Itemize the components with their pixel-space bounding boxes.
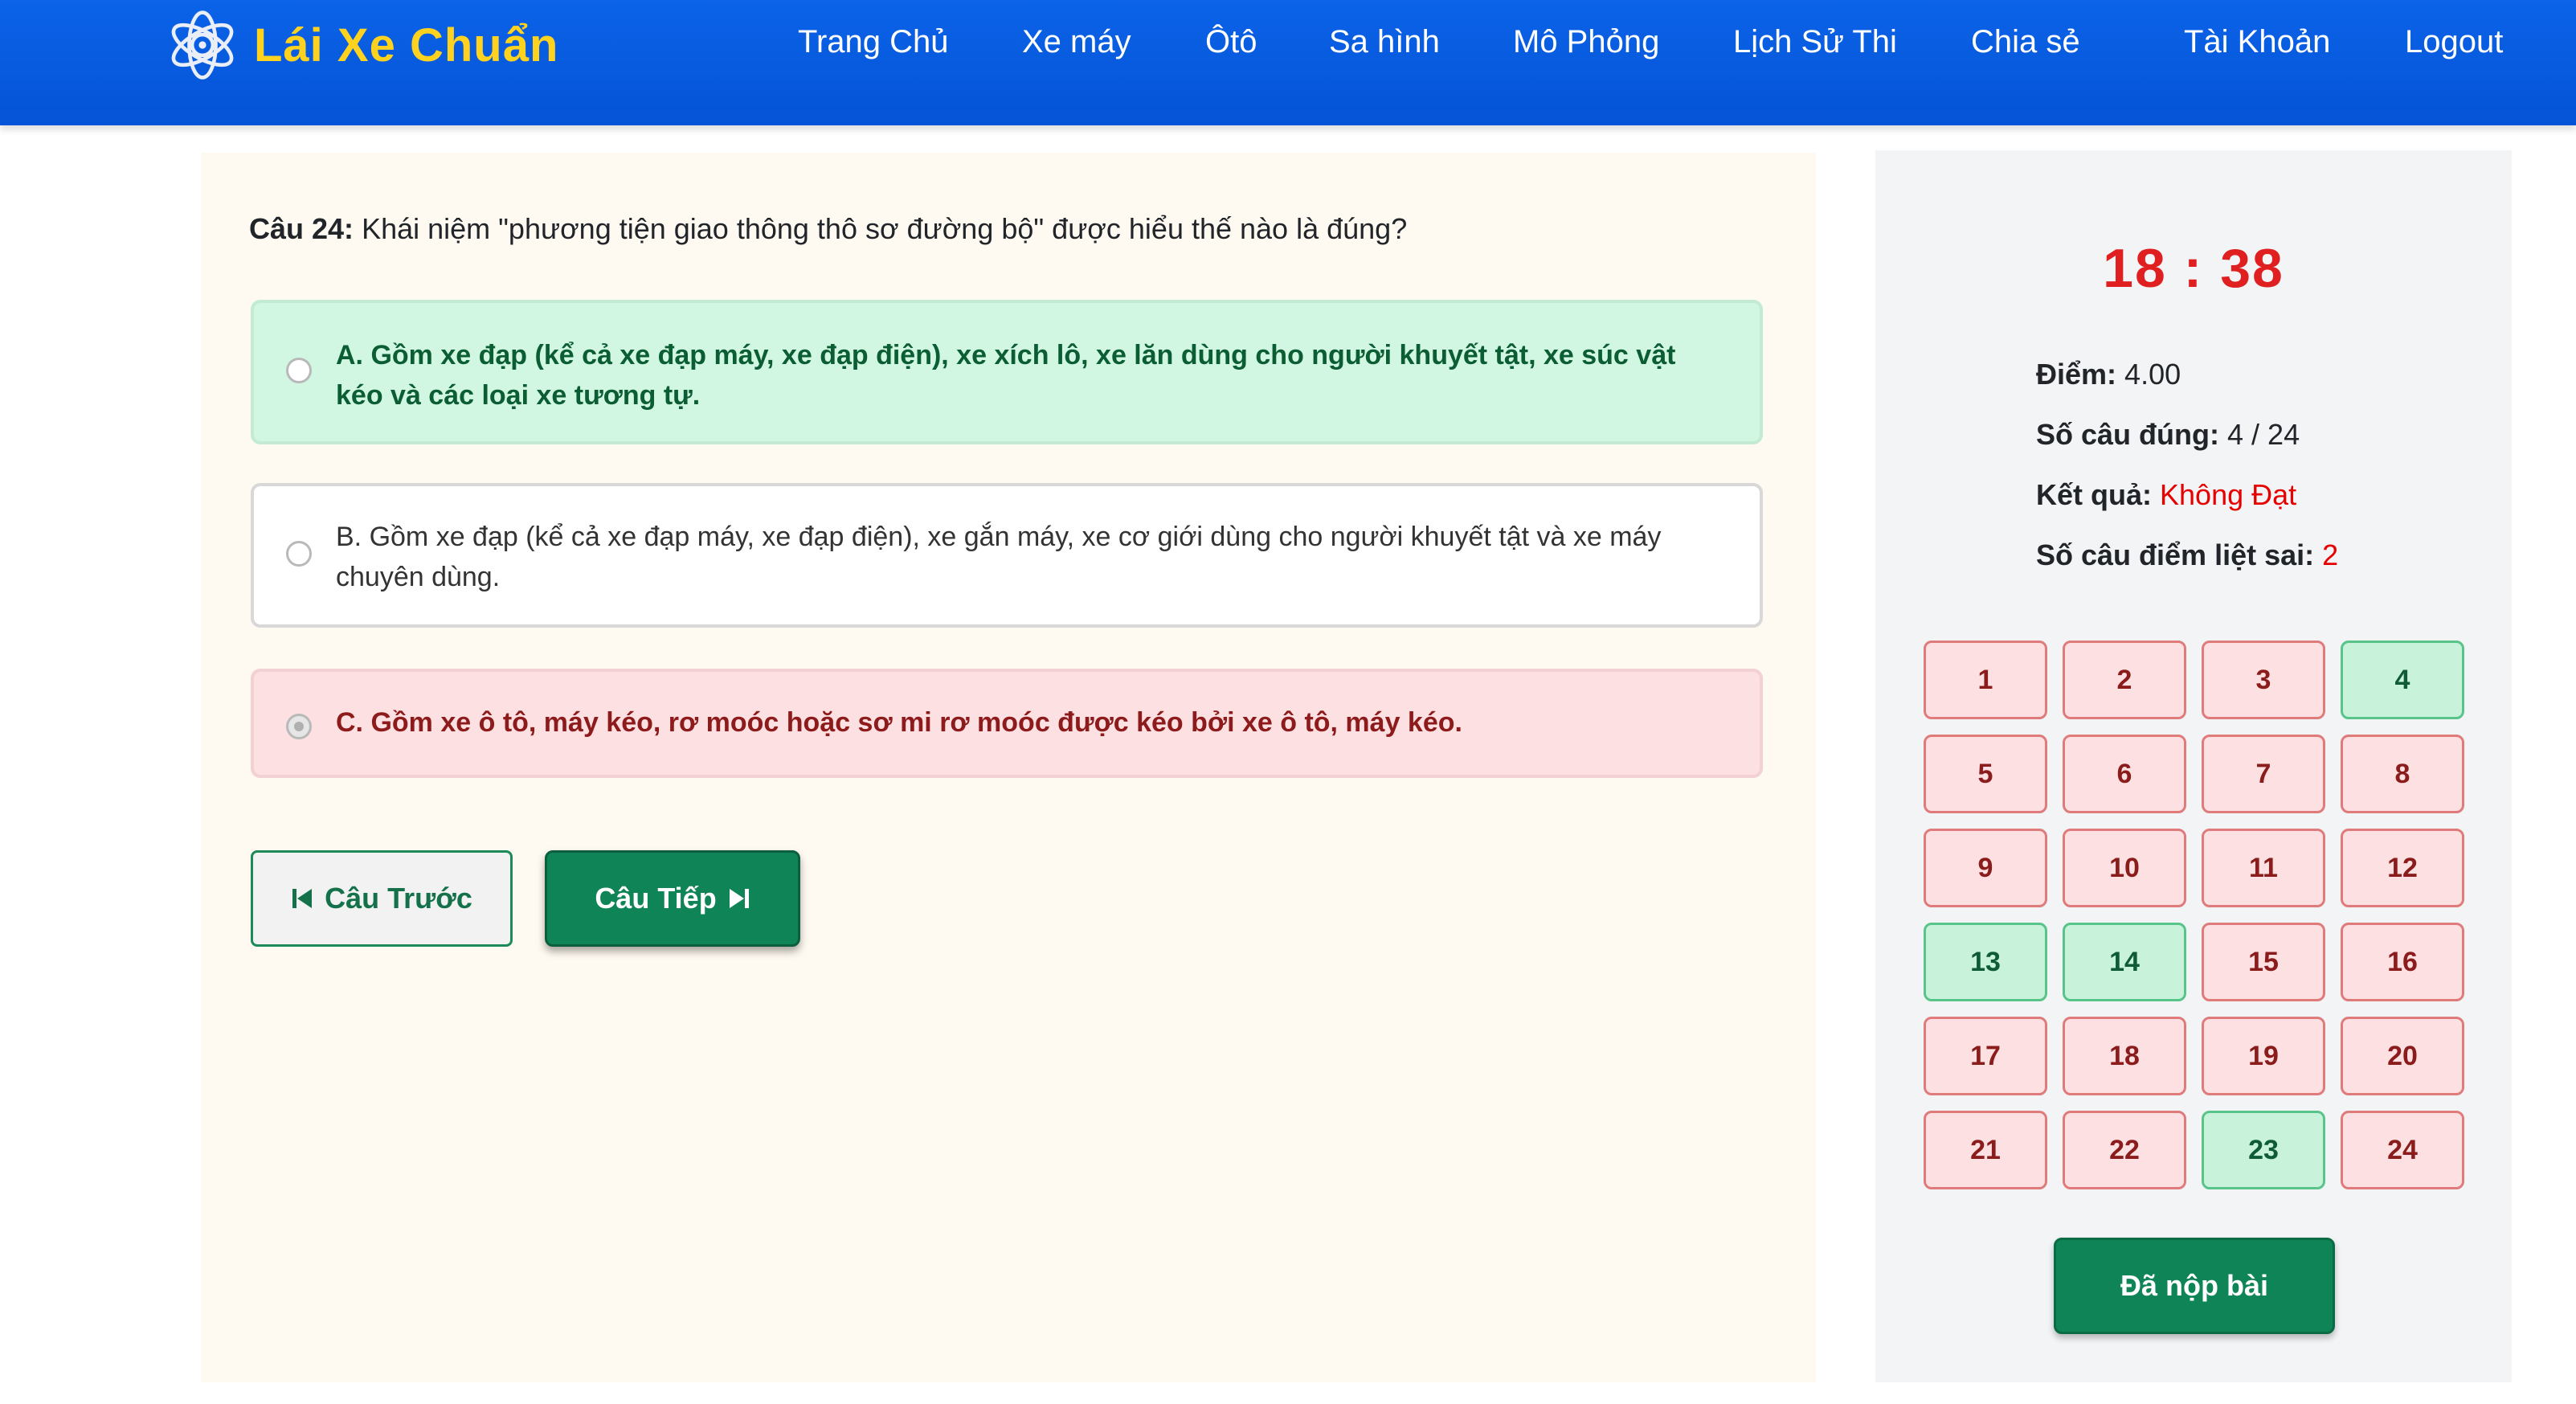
question-nav-22[interactable]: 22 <box>2063 1111 2186 1189</box>
answer-option-b[interactable]: B. Gồm xe đạp (kể cả xe đạp máy, xe đạp … <box>251 483 1763 628</box>
radio-b[interactable] <box>286 541 312 567</box>
brand-name: Lái Xe Chuẩn <box>254 18 559 72</box>
question-nav-2[interactable]: 2 <box>2063 641 2186 719</box>
question-nav-17[interactable]: 17 <box>1924 1017 2047 1095</box>
answer-option-a-text: A. Gồm xe đạp (kể cả xe đạp máy, xe đạp … <box>336 340 1676 411</box>
nav-account[interactable]: Tài Khoản <box>2184 18 2330 66</box>
next-question-label: Câu Tiếp <box>595 882 717 915</box>
nav-share[interactable]: Chia sẻ <box>1971 18 2080 66</box>
question-nav-13[interactable]: 13 <box>1924 923 2047 1001</box>
answer-option-c-text: C. Gồm xe ô tô, máy kéo, rơ moóc hoặc sơ… <box>336 707 1462 738</box>
correct-count-value: 4 / 24 <box>2227 418 2300 451</box>
question-nav-12[interactable]: 12 <box>2341 829 2464 907</box>
skip-next-icon <box>729 889 749 908</box>
question-text: Câu 24: Khái niệm "phương tiện giao thôn… <box>249 209 1776 249</box>
brand[interactable]: Lái Xe Chuẩn <box>166 5 558 85</box>
skip-previous-icon <box>292 889 313 908</box>
next-question-button[interactable]: Câu Tiếp <box>545 850 800 947</box>
question-nav-20[interactable]: 20 <box>2341 1017 2464 1095</box>
result-value: Không Đạt <box>2160 478 2297 511</box>
question-card: Câu 24: Khái niệm "phương tiện giao thôn… <box>201 153 1816 1382</box>
question-nav-18[interactable]: 18 <box>2063 1017 2186 1095</box>
previous-question-button[interactable]: Câu Trước <box>251 850 513 947</box>
nav-motorbike[interactable]: Xe máy <box>1022 18 1131 66</box>
nav-logout[interactable]: Logout <box>2405 18 2503 66</box>
question-nav-6[interactable]: 6 <box>2063 735 2186 813</box>
score-row: Điểm: 4.00 <box>2036 358 2181 391</box>
question-nav-23[interactable]: 23 <box>2202 1111 2325 1189</box>
answer-option-c[interactable]: C. Gồm xe ô tô, máy kéo, rơ moóc hoặc sơ… <box>251 669 1763 778</box>
question-nav-10[interactable]: 10 <box>2063 829 2186 907</box>
score-label: Điểm: <box>2036 358 2117 391</box>
atom-wheel-logo-icon <box>171 10 234 80</box>
question-nav-5[interactable]: 5 <box>1924 735 2047 813</box>
question-nav-19[interactable]: 19 <box>2202 1017 2325 1095</box>
nav-car[interactable]: Ôtô <box>1205 18 1257 66</box>
question-nav-24[interactable]: 24 <box>2341 1111 2464 1189</box>
countdown-timer: 18 : 38 <box>2103 238 2284 299</box>
question-number: Câu 24: <box>249 212 354 245</box>
submitted-button[interactable]: Đã nộp bài <box>2054 1238 2335 1334</box>
top-navbar: Lái Xe Chuẩn Trang Chủ Xe máy Ôtô Sa hìn… <box>0 0 2576 125</box>
correct-count-label: Số câu đúng: <box>2036 418 2219 451</box>
question-nav-8[interactable]: 8 <box>2341 735 2464 813</box>
answer-option-b-text: B. Gồm xe đạp (kể cả xe đạp máy, xe đạp … <box>336 522 1662 592</box>
result-row: Kết quả: Không Đạt <box>2036 478 2296 512</box>
question-nav-4[interactable]: 4 <box>2341 641 2464 719</box>
question-nav-7[interactable]: 7 <box>2202 735 2325 813</box>
correct-count-row: Số câu đúng: 4 / 24 <box>2036 418 2300 452</box>
question-nav-9[interactable]: 9 <box>1924 829 2047 907</box>
question-nav-14[interactable]: 14 <box>2063 923 2186 1001</box>
nav-simulation[interactable]: Mô Phỏng <box>1513 18 1659 66</box>
nav-exam-history[interactable]: Lịch Sử Thi <box>1733 18 1897 66</box>
result-label: Kết quả: <box>2036 478 2152 511</box>
question-nav-11[interactable]: 11 <box>2202 829 2325 907</box>
question-body: Khái niệm "phương tiện giao thông thô sơ… <box>362 212 1408 245</box>
exam-summary-panel: 18 : 38 Điểm: 4.00 Số câu đúng: 4 / 24 K… <box>1875 150 2512 1382</box>
critical-wrong-label: Số câu điểm liệt sai: <box>2036 538 2315 571</box>
previous-question-label: Câu Trước <box>325 882 472 915</box>
question-nav-21[interactable]: 21 <box>1924 1111 2047 1189</box>
nav-home[interactable]: Trang Chủ <box>798 18 949 66</box>
question-nav-1[interactable]: 1 <box>1924 641 2047 719</box>
question-nav-15[interactable]: 15 <box>2202 923 2325 1001</box>
answer-option-a[interactable]: A. Gồm xe đạp (kể cả xe đạp máy, xe đạp … <box>251 300 1763 444</box>
question-nav-3[interactable]: 3 <box>2202 641 2325 719</box>
radio-c[interactable] <box>286 714 312 739</box>
critical-wrong-row: Số câu điểm liệt sai: 2 <box>2036 538 2338 572</box>
critical-wrong-value: 2 <box>2322 538 2339 571</box>
nav-driving-course[interactable]: Sa hình <box>1329 18 1440 66</box>
score-value: 4.00 <box>2124 358 2181 391</box>
radio-a[interactable] <box>286 358 312 383</box>
question-nav-16[interactable]: 16 <box>2341 923 2464 1001</box>
